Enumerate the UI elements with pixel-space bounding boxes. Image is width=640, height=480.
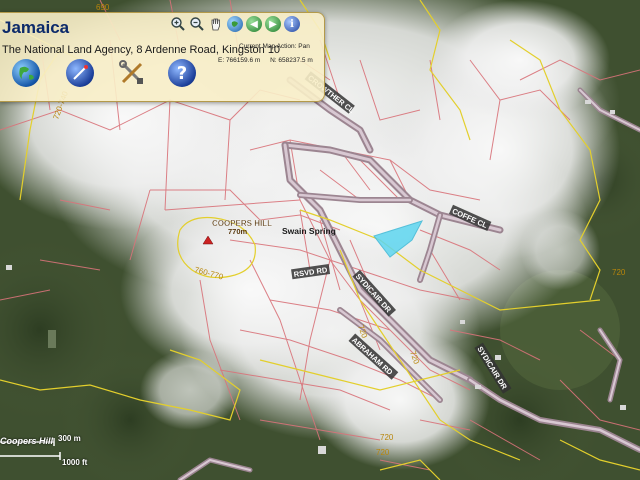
zoom-in-icon[interactable] bbox=[170, 16, 186, 32]
forward-arrow-icon[interactable]: ▶ bbox=[265, 16, 281, 32]
place-label-coopers-hill-corner: Coopers Hill bbox=[0, 436, 54, 446]
back-arrow-icon[interactable]: ◀ bbox=[246, 16, 262, 32]
contour-label: 720 bbox=[612, 268, 626, 277]
map-toolbar: ◀ ▶ i bbox=[170, 16, 300, 32]
help-icon[interactable]: ? bbox=[168, 59, 196, 87]
pan-hand-icon[interactable] bbox=[208, 16, 224, 32]
easting-readout: E: 766159.6 m bbox=[218, 57, 261, 64]
contour-label: 720 bbox=[380, 433, 394, 442]
full-extent-icon[interactable] bbox=[227, 16, 243, 32]
info-panel: Jamaica The National Land Agency, 8 Arde… bbox=[0, 12, 325, 102]
elevation-label: 770m bbox=[228, 227, 248, 236]
place-label-swain-spring: Swain Spring bbox=[282, 226, 336, 236]
coordinate-readout: E: 766159.6 m N: 658237.5 m bbox=[218, 57, 321, 64]
current-map-action: Current Map Action: Pan bbox=[239, 43, 310, 50]
measure-compass-icon[interactable] bbox=[66, 59, 94, 87]
globe-icon[interactable] bbox=[12, 59, 40, 87]
app-title: Jamaica bbox=[2, 18, 70, 37]
scale-feet: 1000 ft bbox=[62, 458, 88, 467]
northing-readout: N: 658237.5 m bbox=[270, 57, 313, 64]
zoom-out-icon[interactable] bbox=[189, 16, 205, 32]
contour-label: 720 bbox=[376, 448, 390, 457]
info-icon[interactable]: i bbox=[284, 16, 300, 32]
scale-meters: 300 m bbox=[58, 434, 81, 443]
tools-icon[interactable] bbox=[118, 59, 146, 87]
contour-label: 690 bbox=[96, 3, 110, 12]
